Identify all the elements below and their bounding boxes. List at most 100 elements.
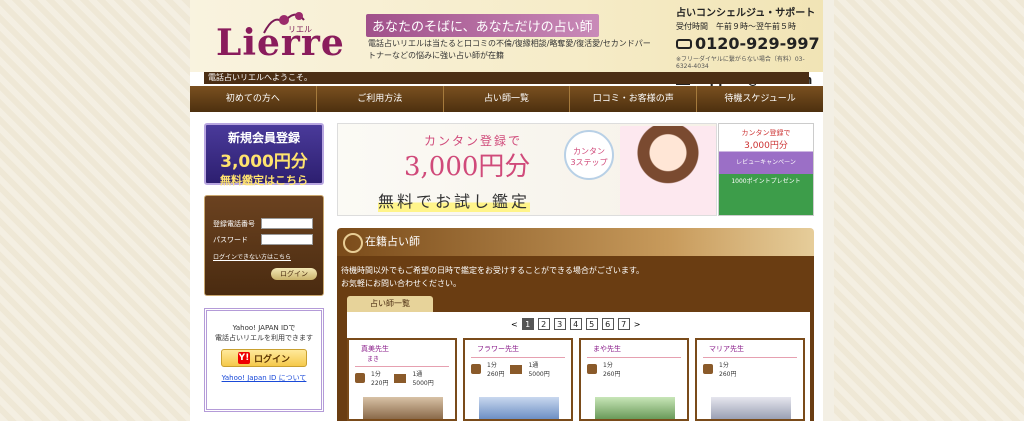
teller-card[interactable]: 真美先生 まき 1分 220円 1通 5000円 xyxy=(347,338,457,421)
page-6[interactable]: 6 xyxy=(601,318,614,330)
side-banner-review: レビューキャンペーン xyxy=(736,159,796,166)
register-banner[interactable]: 新規会員登録 3,000円分 無料鑑定はこちら xyxy=(204,123,324,187)
main-nav: 初めての方へ ご利用方法 占い師一覧 口コミ・お客様の声 待機スケジュール xyxy=(190,86,823,112)
page-7[interactable]: 7 xyxy=(617,318,630,330)
phone-icon xyxy=(587,364,597,374)
teller-photo xyxy=(711,397,791,419)
phone-row: 登録電話番号 xyxy=(213,218,313,229)
teller-price: 1分 260円 1通 5000円 xyxy=(465,358,571,380)
teller-price: 1分 260円 xyxy=(697,358,803,380)
bubble-line-1: カンタン xyxy=(573,147,605,156)
yahoo-text: Yahoo! JAPAN IDで 電話占いリエルを利用できます xyxy=(207,323,321,343)
tel-price: 1分 220円 xyxy=(371,371,389,387)
review-campaign-banner[interactable]: カンタン登録で 3,000円分 レビューキャンペーン 1000ポイントプレゼント xyxy=(718,123,814,216)
teller-name: マリア先生 xyxy=(709,345,744,353)
teller-photo xyxy=(363,397,443,419)
section-text: 待機時間以外でもご希望の日時で鑑定をお受けすることができる場合がございます。 お… xyxy=(337,256,814,290)
register-title: 新規会員登録 xyxy=(227,131,300,145)
yahoo-text-line-2: 電話占いリエルを利用できます xyxy=(215,334,313,342)
teller-name: まや先生 xyxy=(593,345,621,353)
yahoo-text-line-1: Yahoo! JAPAN IDで xyxy=(232,324,296,332)
site-description: 電話占いリエルは当たると口コミの不倫/復縁相談/略奪愛/復活愛/セカンドパートナ… xyxy=(368,39,651,60)
nav-item-reviews[interactable]: 口コミ・お客様の声 xyxy=(570,86,698,112)
side-banner-line: カンタン登録で xyxy=(741,129,791,137)
welcome-bar: 電話占いリエルへようこそ。 xyxy=(204,72,809,84)
yahoo-icon: Y! xyxy=(237,352,250,364)
section-text-line-2: お気軽にお問い合わせください。 xyxy=(341,279,461,288)
section-title: 在籍占い師 xyxy=(337,228,814,256)
support-hours: 受付時間 午前９時〜翌午前５時 xyxy=(676,22,796,31)
banner-bottom-text: 無料でお試し鑑定 xyxy=(378,188,531,212)
teller-card[interactable]: まや先生 1分 260円 xyxy=(579,338,689,421)
teller-price: 1分 220円 1通 5000円 xyxy=(349,367,455,389)
teller-price: 1分 260円 xyxy=(581,358,687,380)
page: Lierre リエル あなたのそばに、あなただけの占い師 電話占いリエルは当たる… xyxy=(190,0,823,421)
phone-number: 0120-929-997 xyxy=(695,34,820,53)
page-1[interactable]: 1 xyxy=(521,318,534,330)
tel-price: 1分 260円 xyxy=(603,362,621,378)
mail-icon xyxy=(510,364,523,374)
phone-icon xyxy=(355,373,365,383)
page-2[interactable]: 2 xyxy=(537,318,550,330)
password-input[interactable] xyxy=(261,234,313,245)
teller-photo xyxy=(595,397,675,419)
pagination: < 1 2 3 4 5 6 7 > xyxy=(511,318,640,330)
forgot-login-link[interactable]: ログインできない方はこちら xyxy=(213,252,291,261)
phone-label: 登録電話番号 xyxy=(213,219,255,228)
background-right xyxy=(834,0,1024,421)
mail-icon xyxy=(394,373,407,383)
side-banner-points: 1000ポイントプレゼント xyxy=(731,178,801,185)
tel-price: 1分 260円 xyxy=(487,362,505,378)
banner-amount: 3,000円分 xyxy=(404,152,531,182)
login-box: 登録電話番号 パスワード ログインできない方はこちら ログイン xyxy=(204,195,324,296)
logo-text: Lierre xyxy=(216,22,345,64)
phone-note: ※フリーダイヤルに繋がらない場合（有料）03-6324-4034 xyxy=(676,56,805,70)
yahoo-login-button[interactable]: Y! ログイン xyxy=(221,349,307,367)
register-amount: 3,000円分 xyxy=(220,152,308,172)
site-header: Lierre リエル あなたのそばに、あなただけの占い師 電話占いリエルは当たる… xyxy=(190,0,823,87)
yahoo-login-box: Yahoo! JAPAN IDで 電話占いリエルを利用できます Y! ログイン … xyxy=(204,308,324,412)
teller-kana: まき xyxy=(367,356,380,363)
yahoo-about-link[interactable]: Yahoo! Japan ID について xyxy=(207,373,321,383)
bubble-line-2: 3ステップ xyxy=(570,158,608,167)
teller-name: 真美先生 xyxy=(361,345,389,353)
register-sub: 無料鑑定はこちら xyxy=(220,174,308,187)
banner-bubble: カンタン 3ステップ xyxy=(564,130,614,180)
nav-item-first-time[interactable]: 初めての方へ xyxy=(190,86,317,112)
page-3[interactable]: 3 xyxy=(553,318,566,330)
page-4[interactable]: 4 xyxy=(569,318,582,330)
phone-icon xyxy=(676,38,692,49)
teller-name: フラワー先生 xyxy=(477,345,519,353)
banner-model-image xyxy=(620,126,716,215)
section-text-line-1: 待機時間以外でもご希望の日時で鑑定をお受けすることができる場合がございます。 xyxy=(341,266,645,275)
support-title: 占いコンシェルジュ・サポート xyxy=(676,8,816,19)
support-phone[interactable]: 0120-929-997 xyxy=(676,34,822,53)
campaign-banner[interactable]: カンタン登録で 3,000円分 無料でお試し鑑定 カンタン 3ステップ xyxy=(337,123,717,216)
password-row: パスワード xyxy=(213,234,313,245)
tel-price: 1分 260円 xyxy=(719,362,737,378)
yahoo-login-label: ログイン xyxy=(253,354,290,365)
nav-item-schedule[interactable]: 待機スケジュール xyxy=(697,86,823,112)
teller-card[interactable]: フラワー先生 1分 260円 1通 5000円 xyxy=(463,338,573,421)
phone-icon xyxy=(471,364,481,374)
nav-item-fortune-tellers[interactable]: 占い師一覧 xyxy=(444,86,571,112)
section-body: 待機時間以外でもご希望の日時で鑑定をお受けすることができる場合がございます。 お… xyxy=(337,256,814,421)
nav-item-how-to-use[interactable]: ご利用方法 xyxy=(317,86,444,112)
password-label: パスワード xyxy=(213,235,248,244)
teller-photo xyxy=(479,397,559,419)
phone-input[interactable] xyxy=(261,218,313,229)
login-button[interactable]: ログイン xyxy=(271,268,317,280)
mail-price: 1通 5000円 xyxy=(412,371,434,387)
side-banner-amount: 3,000円分 xyxy=(744,141,788,151)
teller-list-panel: < 1 2 3 4 5 6 7 > 真美先生 まき 1分 220円 1通 500… xyxy=(347,312,810,421)
tagline: あなたのそばに、あなただけの占い師 xyxy=(366,14,599,37)
page-5[interactable]: 5 xyxy=(585,318,598,330)
pager-next[interactable]: > xyxy=(634,320,641,329)
fortune-teller-section: 在籍占い師 待機時間以外でもご希望の日時で鑑定をお受けすることができる場合がござ… xyxy=(337,228,814,421)
tab-fortune-teller-list[interactable]: 占い師一覧 xyxy=(347,296,433,312)
pager-prev[interactable]: < xyxy=(511,320,518,329)
logo-kana: リエル xyxy=(288,25,312,34)
teller-card[interactable]: マリア先生 1分 260円 xyxy=(695,338,805,421)
mail-price: 1通 5000円 xyxy=(528,362,550,378)
phone-icon xyxy=(703,364,713,374)
